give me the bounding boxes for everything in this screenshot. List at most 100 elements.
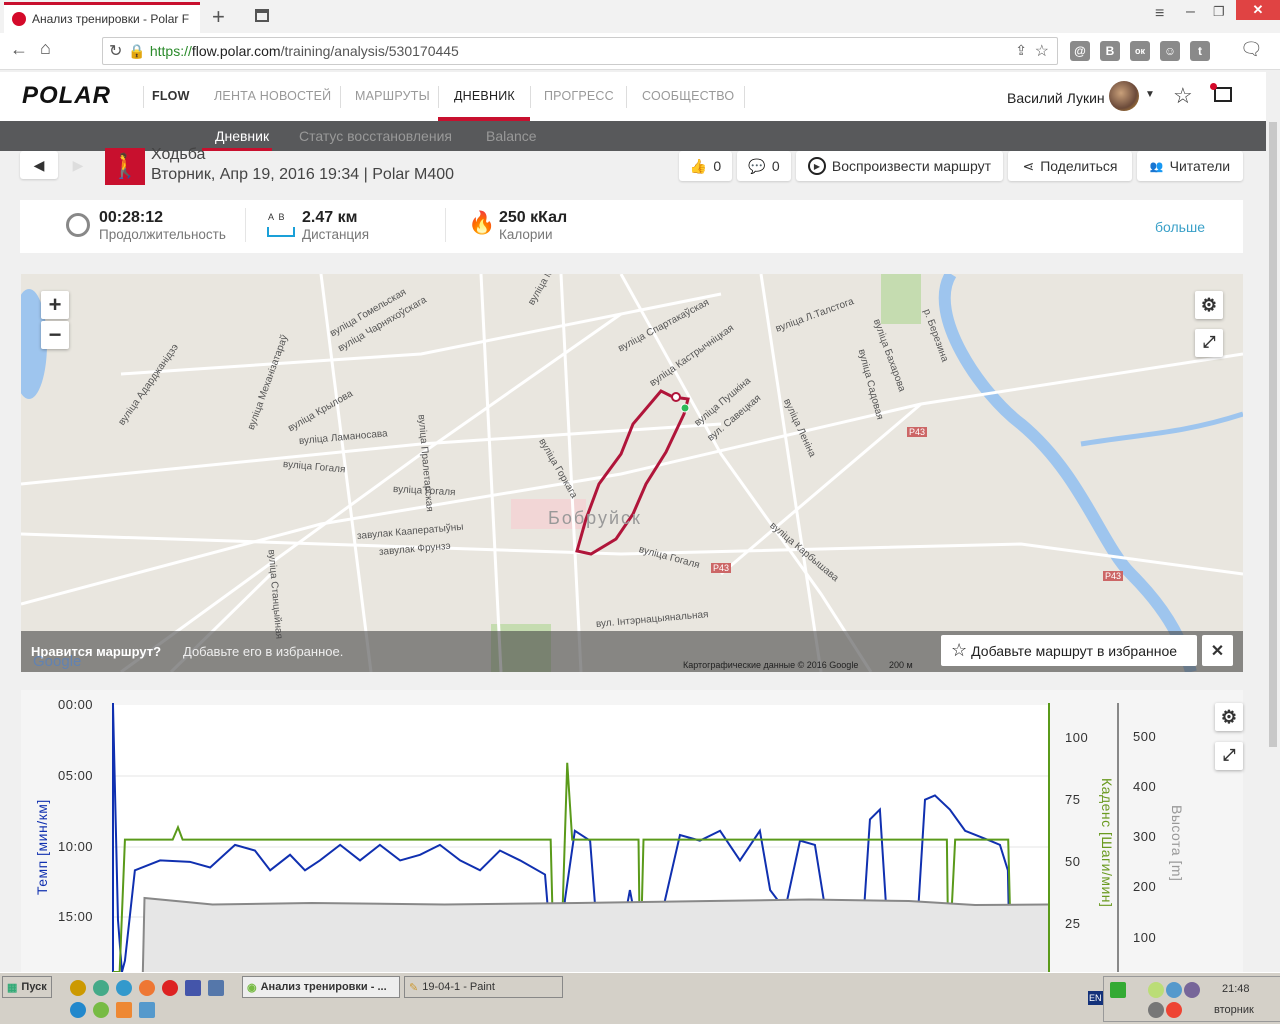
taskbar-paint-button[interactable]: ✎ 19-04-1 - Paint xyxy=(404,976,563,998)
lock-icon: 🔒 xyxy=(128,42,146,59)
training-chart[interactable]: 00:00 05:00 10:00 15:00 Темп [мин/км] 10… xyxy=(21,690,1243,972)
tray-icon[interactable] xyxy=(1184,982,1200,998)
save-icon[interactable] xyxy=(185,980,201,996)
comments-button[interactable]: 💬 0 xyxy=(737,151,791,181)
tray-icon[interactable] xyxy=(1166,1002,1182,1018)
ok-icon[interactable] xyxy=(116,1002,132,1018)
tray-icon[interactable] xyxy=(1148,982,1164,998)
add-to-favorites-button[interactable]: ☆ Добавьте маршрут в избранное xyxy=(941,635,1197,666)
route-map[interactable]: Бобруйск р. Березина P43 P43 P43 вуліца … xyxy=(21,274,1243,672)
firefox-icon[interactable] xyxy=(139,980,155,996)
map-fullscreen-icon[interactable]: ⤢ xyxy=(1195,329,1223,357)
map-scale: 200 м xyxy=(889,660,913,670)
altitude-tick: 100 xyxy=(1133,930,1157,945)
quicklaunch-icon[interactable] xyxy=(116,980,132,996)
mail-ext-icon[interactable]: @ xyxy=(1070,41,1090,61)
quicklaunch-icon[interactable] xyxy=(70,980,86,996)
tray-icon[interactable] xyxy=(1166,982,1182,998)
quicklaunch-icon[interactable] xyxy=(93,1002,109,1018)
pace-axis-label: Темп [мин/км] xyxy=(34,799,50,895)
browser-tab[interactable]: Анализ тренировки - Polar F xyxy=(4,2,200,33)
prev-training-button[interactable]: ◀ xyxy=(20,151,58,179)
start-button[interactable]: ▦ Пуск xyxy=(2,976,52,998)
nav-diary[interactable]: ДНЕВНИК xyxy=(454,89,515,103)
altitude-tick: 400 xyxy=(1133,779,1157,794)
walking-icon: 🚶 xyxy=(105,148,145,185)
avatar[interactable] xyxy=(1109,81,1139,111)
like-button[interactable]: 👍 0 xyxy=(679,151,732,181)
system-tray: 21:48 вторник xyxy=(1103,976,1280,1022)
restore-icon[interactable]: ❐ xyxy=(1213,4,1225,20)
play-route-button[interactable]: ▶ Воспроизвести маршрут xyxy=(796,151,1003,181)
scrollbar-thumb[interactable] xyxy=(1269,122,1277,747)
divider xyxy=(438,86,439,108)
subnav-balance[interactable]: Balance xyxy=(486,128,537,144)
reload-icon[interactable]: ↻ xyxy=(109,41,122,61)
next-training-button[interactable]: ▶ xyxy=(60,151,96,179)
close-window-icon[interactable]: ✕ xyxy=(1236,0,1280,20)
road-badge: P43 xyxy=(907,427,928,437)
quicklaunch-icon[interactable] xyxy=(139,1002,155,1018)
language-indicator[interactable]: EN xyxy=(1088,991,1103,1005)
chart-settings-gear-icon[interactable]: ⚙ xyxy=(1215,703,1243,731)
new-tab-icon[interactable]: + xyxy=(212,4,225,30)
map-canvas xyxy=(21,274,1243,672)
taskbar-browser-button[interactable]: ◉ Анализ тренировки - ... xyxy=(242,976,400,998)
close-fav-bar-icon[interactable]: ✕ xyxy=(1202,635,1233,666)
user-dropdown-icon[interactable]: ▼ xyxy=(1145,89,1155,100)
map-attribution[interactable]: Картографические данные © 2016 Google xyxy=(683,660,858,670)
back-icon[interactable]: ← xyxy=(10,39,28,60)
twitter-ext-icon[interactable]: t xyxy=(1190,41,1210,61)
nav-community[interactable]: СООБЩЕСТВО xyxy=(642,89,734,103)
vk-icon[interactable] xyxy=(208,980,224,996)
zoom-out-button[interactable]: − xyxy=(41,321,69,349)
subnav-recovery[interactable]: Статус восстановления xyxy=(299,128,452,144)
opera-icon[interactable] xyxy=(162,980,178,996)
altitude-area xyxy=(142,898,1048,972)
moimir-ext-icon[interactable]: ☺ xyxy=(1160,41,1180,61)
chat-icon[interactable]: 🗨 xyxy=(1240,39,1263,60)
distance-value: 2.47 км xyxy=(302,209,358,226)
park xyxy=(881,274,921,324)
vk-ext-icon[interactable]: B xyxy=(1100,41,1120,61)
subnav-diary[interactable]: Дневник xyxy=(215,128,269,144)
browser-tab-bar: Анализ тренировки - Polar F + ≡ – ❐ ✕ xyxy=(0,0,1280,33)
minimize-icon[interactable]: – xyxy=(1186,3,1195,21)
tab-list-icon[interactable] xyxy=(255,9,269,22)
river xyxy=(938,274,1197,672)
favorites-star-icon[interactable]: ☆ xyxy=(1173,83,1193,109)
bookmark-star-icon[interactable]: ☆ xyxy=(1035,41,1049,61)
notifications-icon[interactable] xyxy=(1214,87,1232,102)
clock-time[interactable]: 21:48 xyxy=(1222,983,1250,995)
ok-ext-icon[interactable]: ок xyxy=(1130,41,1150,61)
polar-logo[interactable]: POLAR xyxy=(22,82,111,110)
menu-icon[interactable]: ≡ xyxy=(1155,5,1164,23)
chart-fullscreen-icon[interactable]: ⤢ xyxy=(1215,742,1243,770)
nav-routes[interactable]: МАРШРУТЫ xyxy=(355,89,430,103)
comment-icon: 💬 xyxy=(748,157,766,174)
map-settings-gear-icon[interactable]: ⚙ xyxy=(1195,291,1223,319)
followers-button[interactable]: 👥 Читатели xyxy=(1137,151,1243,181)
url-input[interactable]: ↻ 🔒 https://flow.polar.com/training/anal… xyxy=(102,37,1058,65)
altitude-tick: 500 xyxy=(1133,729,1157,744)
divider xyxy=(245,208,246,242)
more-link[interactable]: больше xyxy=(1155,219,1205,235)
cadence-tick: 100 xyxy=(1065,730,1089,745)
training-date-device: Вторник, Апр 19, 2016 19:34 | Polar M400 xyxy=(151,166,455,183)
pace-tick: 15:00 xyxy=(58,909,94,924)
user-name[interactable]: Василий Лукин xyxy=(1007,90,1105,106)
zoom-in-button[interactable]: + xyxy=(41,291,69,319)
city-label: Бобруйск xyxy=(548,508,642,528)
home-icon[interactable]: ⌂ xyxy=(40,38,51,59)
notification-dot xyxy=(1210,83,1217,90)
ie-icon[interactable] xyxy=(70,1002,86,1018)
nav-progress[interactable]: ПРОГРЕСС xyxy=(544,89,614,103)
share-page-icon[interactable]: ⇪ xyxy=(1015,42,1027,59)
tray-icon[interactable] xyxy=(1148,1002,1164,1018)
page-scrollbar[interactable] xyxy=(1266,72,1280,972)
chrome-icon[interactable] xyxy=(93,980,109,996)
tray-icon[interactable] xyxy=(1110,982,1126,998)
nav-feed[interactable]: ЛЕНТА НОВОСТЕЙ xyxy=(214,89,331,103)
share-button[interactable]: ⋖ Поделиться xyxy=(1008,151,1132,181)
distance-label: Дистанция xyxy=(302,227,370,242)
